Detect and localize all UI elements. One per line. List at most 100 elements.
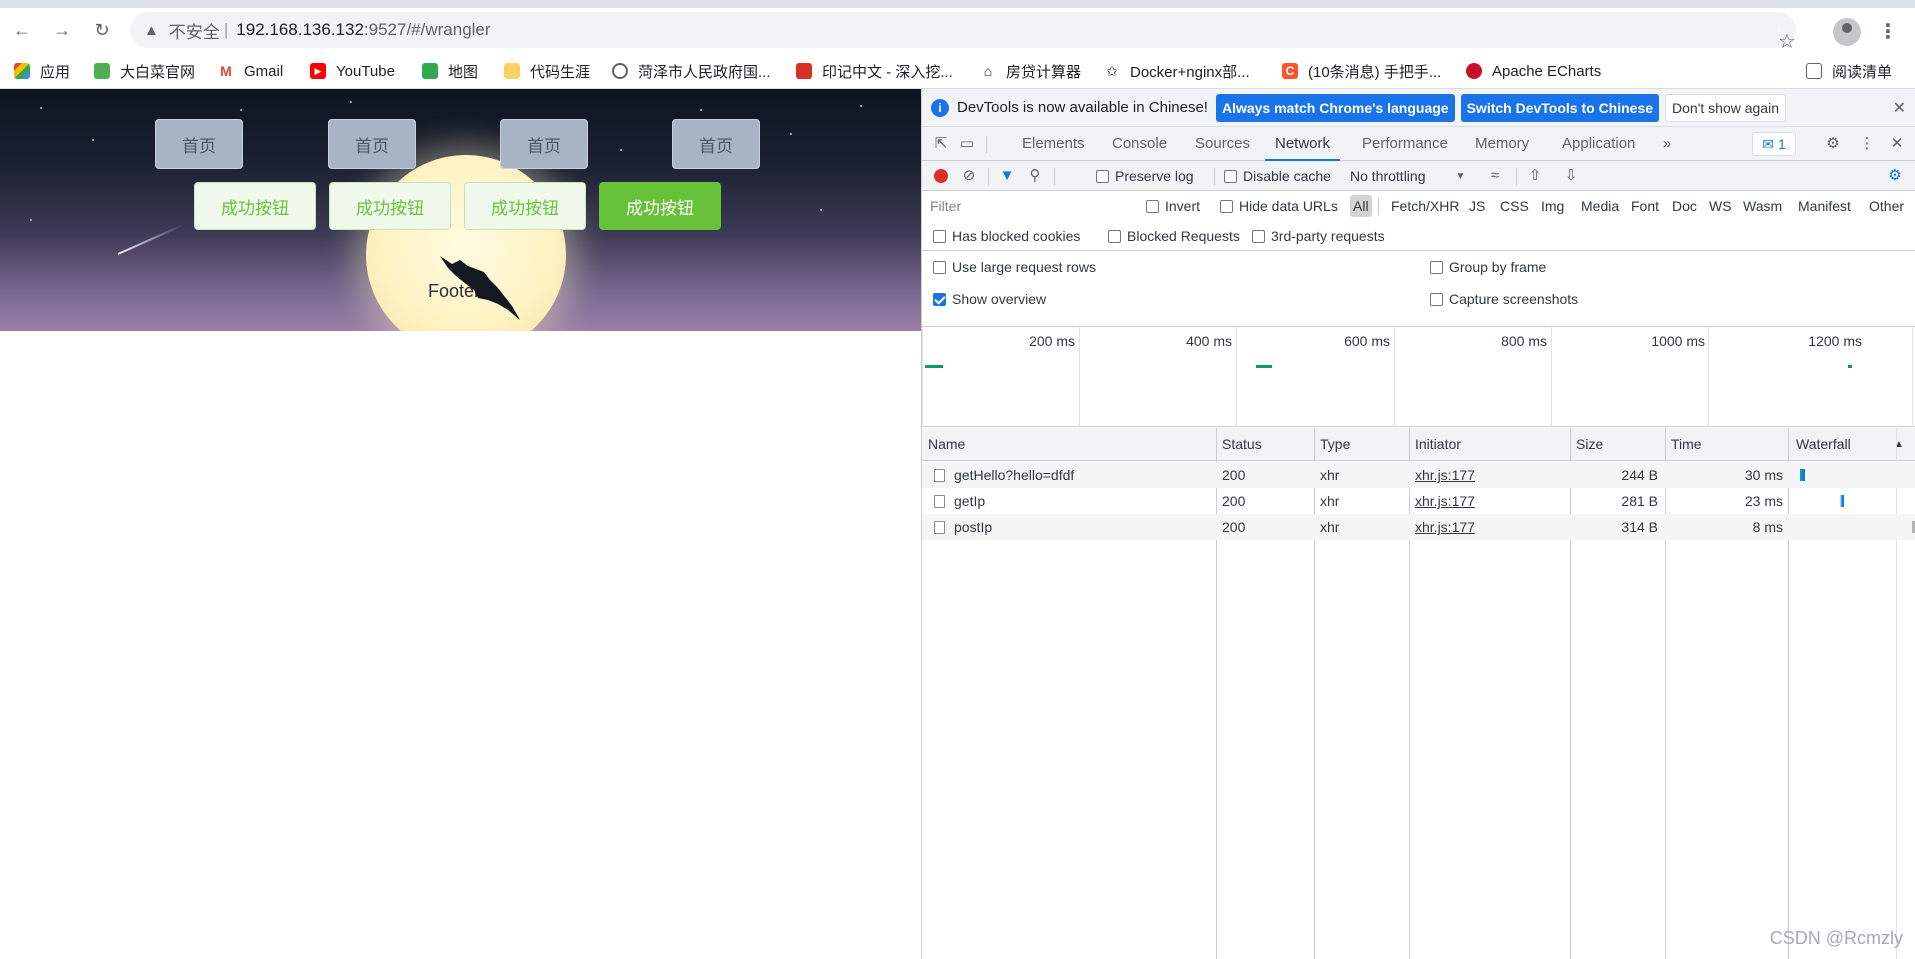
success-button-primary[interactable]: 成功按钮 <box>599 182 721 230</box>
request-name[interactable]: postIp <box>954 514 992 540</box>
column-header-type[interactable]: Type <box>1314 428 1350 461</box>
home-button[interactable]: 首页 <box>155 119 243 169</box>
settings-gear-icon[interactable]: ⚙ <box>1824 135 1842 153</box>
devtools-tabbar: ⇱ ▭ Elements Console Sources Network Per… <box>922 127 1915 161</box>
bookmark-item[interactable]: ✩ Docker+nginx部... <box>1104 60 1250 82</box>
export-har-icon[interactable]: ⇩ <box>1562 167 1580 185</box>
column-header-initiator[interactable]: Initiator <box>1409 428 1461 461</box>
filter-type-manifest[interactable]: Manifest <box>1795 195 1854 217</box>
filter-type-font[interactable]: Font <box>1628 195 1662 217</box>
bookmark-apps[interactable]: 应用 <box>14 60 70 82</box>
bookmark-item[interactable]: 地图 <box>422 60 478 82</box>
filter-type-all[interactable]: All <box>1350 195 1372 217</box>
network-settings-icon[interactable]: ⚙ <box>1886 167 1904 185</box>
filter-input[interactable] <box>930 195 1136 217</box>
request-name[interactable]: getHello?hello=dfdf <box>954 462 1074 488</box>
filter-type-media[interactable]: Media <box>1578 195 1622 217</box>
tab-performance[interactable]: Performance <box>1362 127 1448 161</box>
large-rows-checkbox[interactable]: Use large request rows <box>933 252 1096 282</box>
table-row[interactable]: getHello?hello=dfdf 200 xhr xhr.js:177 2… <box>922 462 1915 488</box>
filter-type-fetch-xhr[interactable]: Fetch/XHR <box>1388 195 1462 217</box>
tab-sources[interactable]: Sources <box>1195 127 1250 161</box>
clear-icon[interactable]: ⊘ <box>960 167 978 185</box>
network-conditions-icon[interactable]: ≈ <box>1486 167 1504 185</box>
success-button[interactable]: 成功按钮 <box>464 182 586 230</box>
tab-console[interactable]: Console <box>1112 127 1167 161</box>
request-name[interactable]: getIp <box>954 488 985 514</box>
bookmark-item[interactable]: C (10条消息) 手把手... <box>1282 60 1441 82</box>
bookmark-item[interactable]: 大白菜官网 <box>94 60 195 82</box>
close-devtools-icon[interactable]: ✕ <box>1888 135 1906 153</box>
has-blocked-cookies-checkbox[interactable]: Has blocked cookies <box>933 221 1080 251</box>
bookmark-item[interactable]: Apache ECharts <box>1466 60 1601 82</box>
network-settings-row: Use large request rows Group by frame <box>922 251 1915 283</box>
inspect-element-icon[interactable]: ⇱ <box>932 135 950 153</box>
search-icon[interactable]: ⚲ <box>1026 167 1044 185</box>
tab-network[interactable]: Network <box>1265 127 1341 161</box>
table-row[interactable]: postIp 200 xhr xhr.js:177 314 B 8 ms <box>922 514 1915 540</box>
browser-menu-icon[interactable]: ⋮ <box>1876 16 1900 48</box>
blocked-requests-checkbox[interactable]: Blocked Requests <box>1108 221 1240 251</box>
close-icon[interactable]: ✕ <box>1893 98 1906 118</box>
success-button[interactable]: 成功按钮 <box>194 182 316 230</box>
invert-checkbox[interactable]: Invert <box>1146 191 1200 221</box>
import-har-icon[interactable]: ⇧ <box>1526 167 1544 185</box>
hide-data-urls-checkbox[interactable]: Hide data URLs <box>1220 191 1338 221</box>
filter-type-img[interactable]: Img <box>1538 195 1567 217</box>
home-button[interactable]: 首页 <box>672 119 760 169</box>
column-header-waterfall[interactable]: Waterfall <box>1790 428 1851 461</box>
tab-strip <box>0 0 1915 8</box>
column-header-status[interactable]: Status <box>1216 428 1262 461</box>
request-initiator-link[interactable]: xhr.js:177 <box>1415 462 1475 488</box>
filter-type-doc[interactable]: Doc <box>1669 195 1700 217</box>
profile-avatar-icon[interactable] <box>1833 18 1861 46</box>
record-icon[interactable] <box>932 167 950 185</box>
bookmark-item[interactable]: 代码生涯 <box>504 60 590 82</box>
disable-cache-checkbox[interactable]: Disable cache <box>1224 161 1331 191</box>
group-by-frame-checkbox[interactable]: Group by frame <box>1430 252 1546 282</box>
column-header-name[interactable]: Name <box>922 428 965 461</box>
column-header-size[interactable]: Size <box>1570 428 1603 461</box>
bookmark-star-icon[interactable]: ☆ <box>1778 29 1796 53</box>
success-button[interactable]: 成功按钮 <box>329 182 451 230</box>
preserve-log-checkbox[interactable]: Preserve log <box>1096 161 1194 191</box>
switch-language-button[interactable]: Switch DevTools to Chinese <box>1460 93 1660 122</box>
tab-elements[interactable]: Elements <box>1022 127 1085 161</box>
request-initiator-link[interactable]: xhr.js:177 <box>1415 514 1475 540</box>
filter-type-js[interactable]: JS <box>1466 195 1488 217</box>
throttling-select[interactable]: No throttling ▼ <box>1350 161 1465 191</box>
filter-type-css[interactable]: CSS <box>1497 195 1532 217</box>
reading-list[interactable]: 阅读清单 <box>1806 60 1892 82</box>
tab-application[interactable]: Application <box>1562 127 1635 161</box>
more-tabs-icon[interactable]: » <box>1658 135 1676 153</box>
bookmark-item[interactable]: 菏泽市人民政府国... <box>612 60 771 82</box>
reload-icon[interactable]: ↻ <box>86 14 118 46</box>
third-party-requests-checkbox[interactable]: 3rd-party requests <box>1252 221 1385 251</box>
show-overview-checkbox[interactable]: Show overview <box>933 284 1046 314</box>
filter-type-other[interactable]: Other <box>1866 195 1907 217</box>
address-bar[interactable]: ▲ 不安全 | 192.168.136.132 :9527/#/wrangler… <box>130 12 1796 53</box>
capture-screenshots-checkbox[interactable]: Capture screenshots <box>1430 284 1578 314</box>
back-arrow-icon[interactable]: ← <box>6 14 38 46</box>
column-header-time[interactable]: Time <box>1665 428 1702 461</box>
bookmark-item[interactable]: ▶ YouTube <box>310 60 395 82</box>
dont-show-again-button[interactable]: Don't show again <box>1665 93 1786 122</box>
filter-type-wasm[interactable]: Wasm <box>1740 195 1785 217</box>
bookmark-item[interactable]: ⌂ 房贷计算器 <box>980 60 1081 82</box>
match-language-button[interactable]: Always match Chrome's language <box>1215 93 1455 122</box>
request-size: 314 B <box>1621 519 1658 535</box>
more-options-icon[interactable]: ⋮ <box>1858 135 1876 153</box>
bookmark-item[interactable]: 印记中文 - 深入挖... <box>796 60 953 82</box>
device-toolbar-icon[interactable]: ▭ <box>958 135 976 153</box>
filter-type-ws[interactable]: WS <box>1706 195 1735 217</box>
table-row[interactable]: getIp 200 xhr xhr.js:177 281 B 23 ms <box>922 488 1915 514</box>
request-initiator-link[interactable]: xhr.js:177 <box>1415 488 1475 514</box>
bookmark-item[interactable]: M Gmail <box>218 60 283 82</box>
issues-badge[interactable]: ✉ 1 <box>1752 132 1796 156</box>
home-button[interactable]: 首页 <box>500 119 588 169</box>
youtube-icon: ▶ <box>310 63 326 79</box>
filter-funnel-icon[interactable]: ▼ <box>998 167 1016 185</box>
tab-memory[interactable]: Memory <box>1475 127 1529 161</box>
home-button[interactable]: 首页 <box>328 119 416 169</box>
forward-arrow-icon[interactable]: → <box>46 14 78 46</box>
